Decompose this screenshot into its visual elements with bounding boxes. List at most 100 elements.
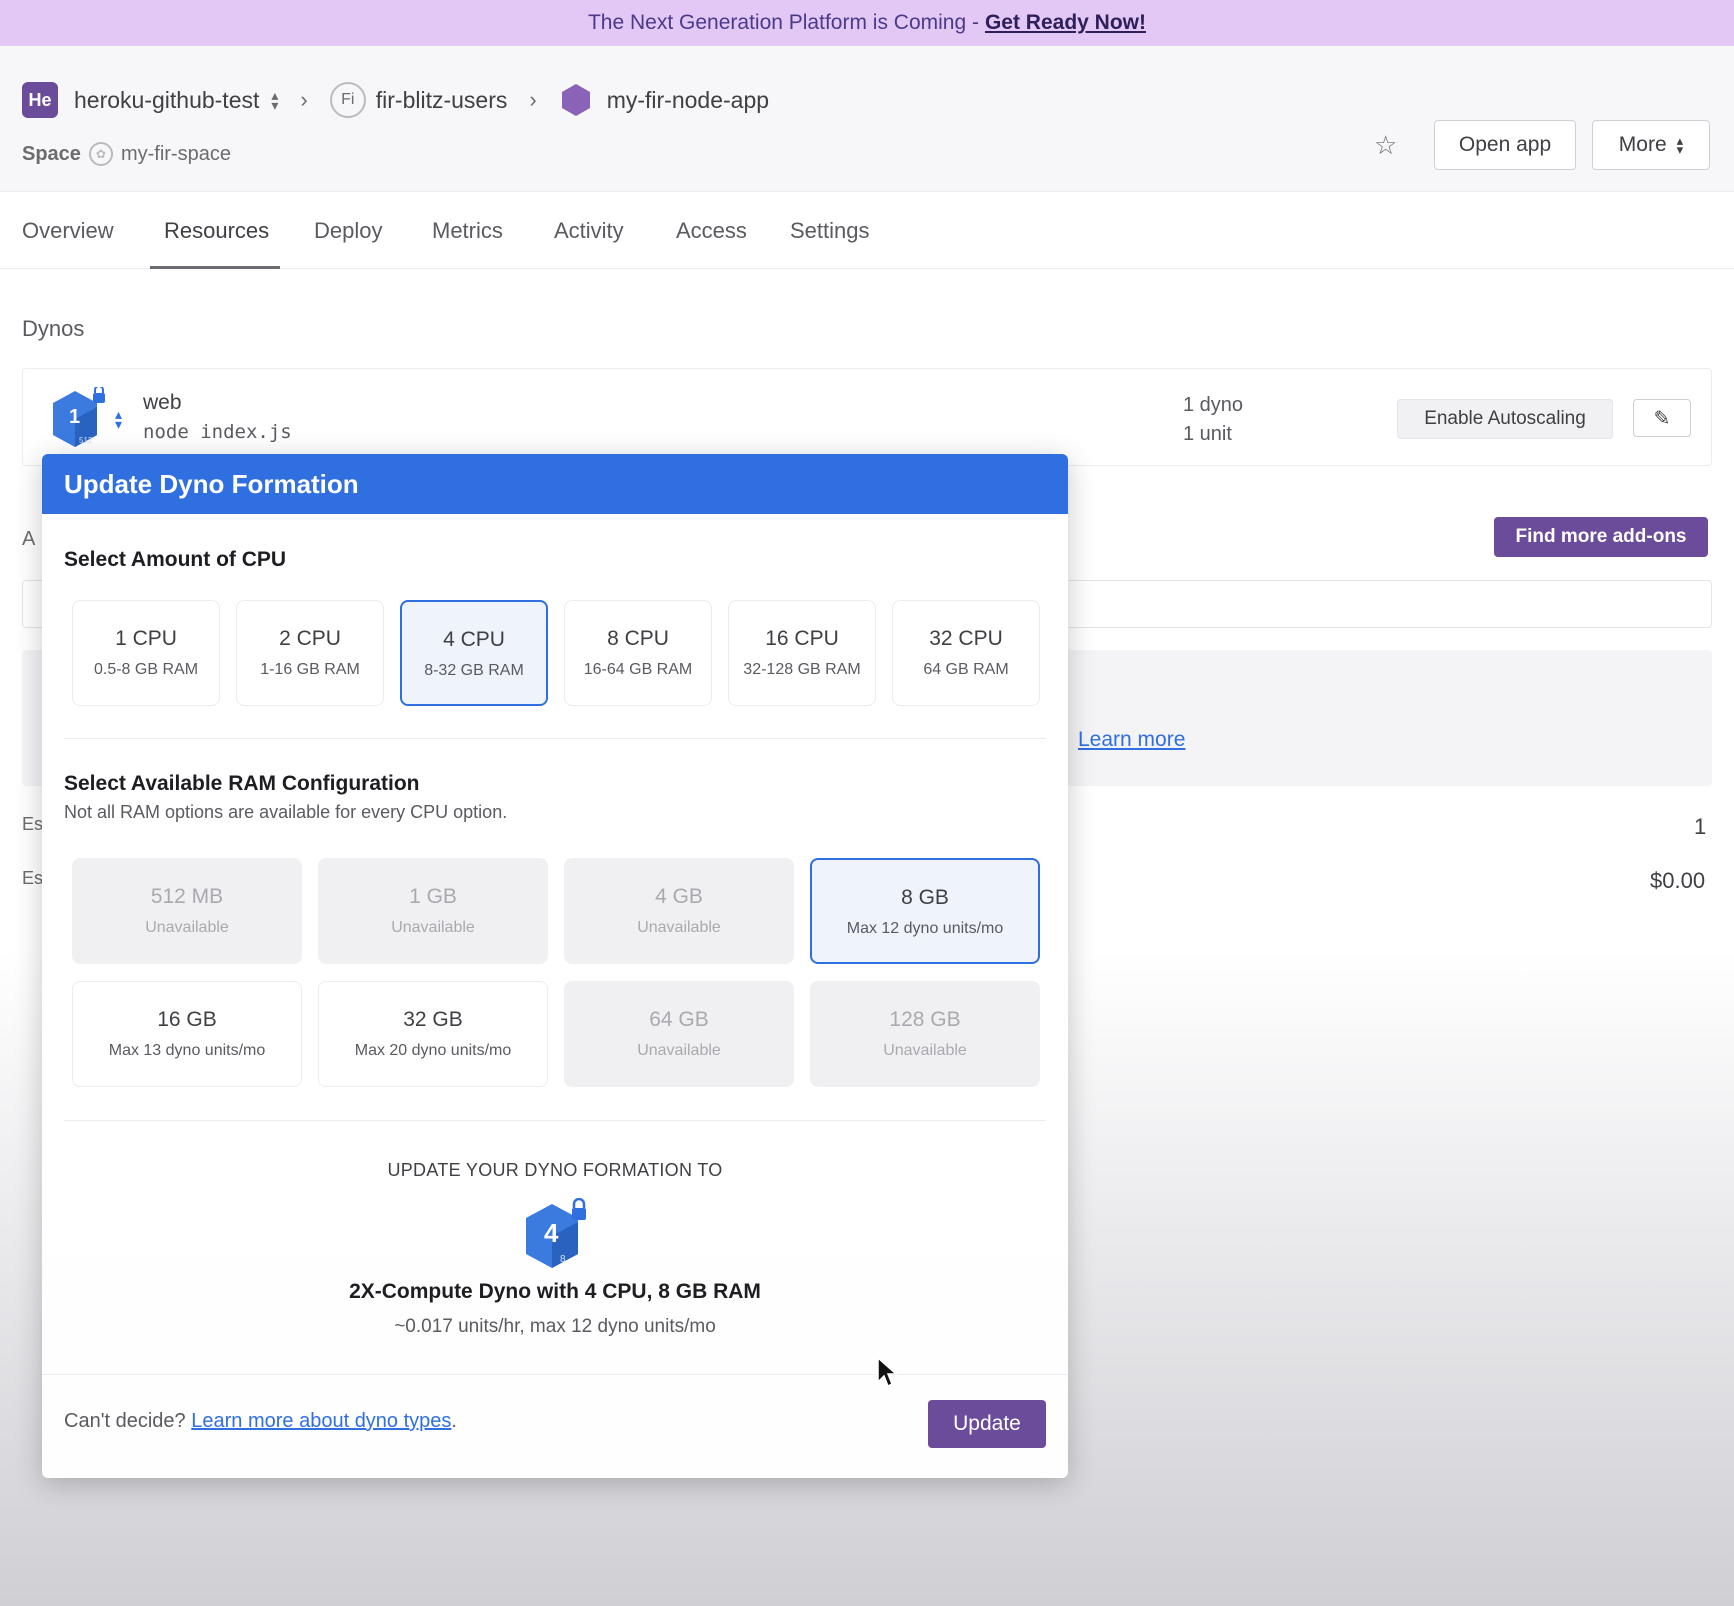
summary-title: 2X-Compute Dyno with 4 CPU, 8 GB RAM (349, 1280, 761, 1303)
ram-option-sub: Unavailable (637, 919, 721, 936)
find-more-addons-button[interactable]: Find more add-ons (1494, 517, 1708, 557)
footer-help: Can't decide? Learn more about dyno type… (64, 1410, 457, 1433)
tab-activity[interactable]: Activity (554, 218, 624, 244)
estimate-label-partial-2: Es (22, 868, 44, 888)
open-app-button[interactable]: Open app (1434, 120, 1576, 170)
dyno-count: 1 dyno 1 unit (1183, 391, 1243, 449)
chevron-right-icon: › (529, 87, 537, 112)
ram-option-title: 16 GB (157, 1008, 217, 1031)
team-switcher-icon[interactable]: ▴ ▾ (271, 88, 278, 112)
cpu-option-title: 1 CPU (115, 627, 177, 650)
dyno-units-text: 1 unit (1183, 423, 1232, 445)
more-button[interactable]: More ▴ ▾ (1592, 120, 1710, 170)
pipeline-name[interactable]: fir-blitz-users (376, 87, 508, 114)
ram-option-64gb: 64 GB Unavailable (564, 981, 794, 1087)
app-name: my-fir-node-app (606, 86, 770, 113)
cpu-option-2[interactable]: 2 CPU 1-16 GB RAM (236, 600, 384, 706)
team-avatar: He (22, 82, 58, 118)
breadcrumb: He heroku-github-test ▴ ▾ › Fi fir-blitz-… (22, 82, 769, 118)
cpu-option-sub: 0.5-8 GB RAM (93, 661, 199, 678)
ram-option-16gb[interactable]: 16 GB Max 13 dyno units/mo (72, 981, 302, 1087)
footer-prefix: Can't decide? (64, 1410, 192, 1432)
dyno-size-switcher-icon[interactable]: ▴ ▾ (115, 407, 122, 431)
learn-dyno-types-link[interactable]: Learn more about dyno types (191, 1410, 451, 1432)
ram-option-sub: Unavailable (145, 919, 229, 936)
ram-option-4gb: 4 GB Unavailable (564, 858, 794, 964)
enable-autoscaling-button[interactable]: Enable Autoscaling (1397, 399, 1613, 439)
ram-option-title: 128 GB (889, 1008, 961, 1031)
update-dyno-formation-modal: Update Dyno Formation Select Amount of C… (42, 454, 1068, 1478)
cpu-option-title: 32 CPU (929, 627, 1003, 650)
banner-text: The Next Generation Platform is Coming - (587, 11, 979, 34)
cpu-heading: Select Amount of CPU (64, 548, 287, 571)
space-icon: ✿ (88, 142, 113, 166)
tab-deploy[interactable]: Deploy (314, 218, 382, 244)
tab-resources[interactable]: Resources (164, 218, 269, 244)
ram-option-8gb[interactable]: 8 GB Max 12 dyno units/mo (810, 858, 1040, 964)
team-name[interactable]: heroku-github-test (74, 87, 259, 114)
ram-option-sub: Unavailable (637, 1042, 721, 1059)
cpu-option-16[interactable]: 16 CPU 32-128 GB RAM (728, 600, 876, 706)
more-label: More (1618, 133, 1667, 156)
ram-heading: Select Available RAM Configuration (64, 772, 420, 795)
app-tabs: Overview Resources Deploy Metrics Activi… (0, 192, 1734, 269)
ram-option-title: 4 GB (655, 885, 703, 908)
summary-icon-ram: 8 (560, 1254, 566, 1265)
section-divider (64, 1120, 1046, 1121)
star-icon[interactable]: ☆ (1374, 130, 1397, 161)
update-button[interactable]: Update (928, 1400, 1046, 1448)
tab-settings[interactable]: Settings (790, 218, 870, 244)
summary-subtitle: ~0.017 units/hr, max 12 dyno units/mo (394, 1316, 716, 1337)
ram-option-32gb[interactable]: 32 GB Max 20 dyno units/mo (318, 981, 548, 1087)
chevron-right-icon: › (300, 87, 308, 112)
space-info: Space ✿ my-fir-space (22, 142, 231, 166)
addons-title-partial: A (22, 528, 36, 550)
ram-option-1gb: 1 GB Unavailable (318, 858, 548, 964)
ram-option-sub: Max 12 dyno units/mo (846, 920, 1004, 937)
dyno-cube-icon: 4 8 (526, 1198, 586, 1268)
summary-icon-number: 4 (544, 1218, 559, 1248)
mouse-cursor-icon (877, 1356, 898, 1388)
cpu-option-sub: 64 GB RAM (923, 661, 1009, 678)
ram-option-128gb: 128 GB Unavailable (810, 981, 1040, 1087)
cpu-option-sub: 32-128 GB RAM (743, 661, 861, 678)
app-header: He heroku-github-test ▴ ▾ › Fi fir-blitz-… (0, 46, 1734, 192)
active-tab-indicator (150, 266, 280, 269)
ram-note: Not all RAM options are available for ev… (64, 802, 508, 822)
ram-option-title: 32 GB (403, 1008, 463, 1031)
cpu-option-32[interactable]: 32 CPU 64 GB RAM (892, 600, 1040, 706)
tab-metrics[interactable]: Metrics (432, 218, 503, 244)
dyno-count-text: 1 dyno (1183, 394, 1244, 416)
ram-option-sub: Max 20 dyno units/mo (354, 1042, 512, 1059)
space-name[interactable]: my-fir-space (121, 143, 231, 166)
ram-option-sub: Unavailable (391, 919, 475, 936)
dyno-row: 1 512 ▴ ▾ web node index.js 1 dyno 1 unit… (22, 368, 1712, 466)
cpu-option-1[interactable]: 1 CPU 0.5-8 GB RAM (72, 600, 220, 706)
cpu-option-sub: 1-16 GB RAM (260, 661, 360, 678)
estimate-value-1: 1 (1694, 814, 1707, 839)
footer-divider (42, 1374, 1068, 1375)
cpu-option-title: 16 CPU (765, 627, 839, 650)
footer-suffix: . (451, 1410, 457, 1432)
cpu-option-sub: 16-64 GB RAM (583, 661, 693, 678)
dyno-command: node index.js (143, 421, 292, 443)
tab-overview[interactable]: Overview (22, 218, 114, 244)
ram-option-title: 64 GB (649, 1008, 709, 1031)
dyno-process-name: web (143, 391, 182, 414)
cpu-option-4[interactable]: 4 CPU 8-32 GB RAM (400, 600, 548, 706)
banner-link[interactable]: Get Ready Now! (985, 11, 1146, 35)
dynos-section-title: Dynos (22, 316, 85, 341)
ram-option-title: 512 MB (150, 885, 224, 908)
dyno-cube-icon: 1 512 (53, 387, 105, 447)
announcement-banner: The Next Generation Platform is Coming -… (0, 0, 1734, 46)
pipeline-avatar: Fi (329, 82, 366, 118)
ram-option-sub: Unavailable (883, 1042, 967, 1059)
estimate-label-partial-1: Es (22, 814, 44, 834)
learn-more-link[interactable]: Learn more (1078, 728, 1185, 752)
space-label: Space (22, 142, 81, 165)
cpu-option-title: 8 CPU (607, 627, 669, 650)
tab-access[interactable]: Access (676, 218, 747, 244)
cpu-option-8[interactable]: 8 CPU 16-64 GB RAM (564, 600, 712, 706)
dyno-icon-number: 1 (69, 406, 80, 428)
edit-pencil-icon[interactable]: ✎ (1633, 399, 1691, 437)
